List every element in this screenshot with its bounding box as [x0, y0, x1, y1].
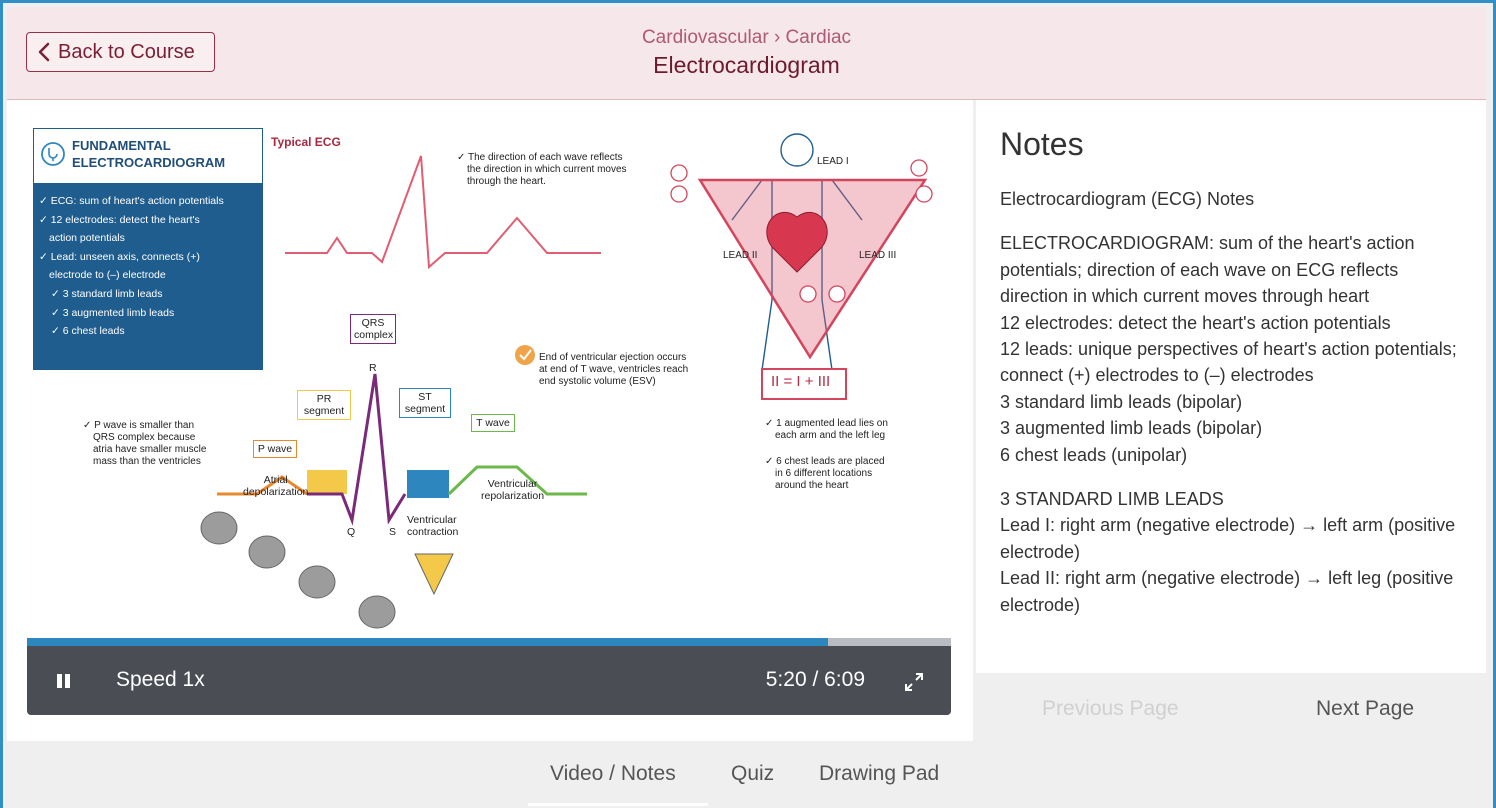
video-panel: FUNDAMENTAL ELECTROCARDIOGRAM ✓ ECG: sum… [7, 100, 973, 741]
chest-note: ✓ 6 chest leads are placed in 6 differen… [765, 456, 885, 491]
r-label: R [369, 362, 377, 374]
notes-line: Lead I: right arm (negative electrode) →… [1000, 515, 1456, 562]
notes-line: Lead II: right arm (negative electrode) … [1000, 568, 1454, 615]
notes-content: Electrocardiogram (ECG) Notes ELECTROCAR… [1000, 186, 1470, 618]
lead-equation: II = I + III [771, 373, 831, 390]
q-label: Q [347, 526, 356, 538]
ventricular-repolarization-label: Ventricular repolarization [481, 478, 545, 502]
page-title: Electrocardiogram [653, 52, 840, 78]
notes-pager: Previous Page Next Page [976, 673, 1486, 741]
pr-segment-label: PR segment [297, 390, 351, 420]
time-readout: 5:20 / 6:09 [765, 668, 865, 691]
header: Back to Course Cardiovascular › Cardiac … [7, 7, 1486, 100]
tab-video-notes[interactable]: Video / Notes [550, 762, 676, 786]
notes-paragraph: ELECTROCARDIOGRAM: sum of the heart's ac… [1000, 233, 1415, 307]
st-segment-label: ST segment [399, 388, 451, 418]
st-segment-block [407, 470, 449, 498]
direction-note: ✓ The direction of each wave reflects th… [457, 152, 627, 187]
ventricular-contraction-label: Ventricular contraction [407, 514, 459, 538]
player-controls: Speed 1x 5:20 / 6:09 [27, 646, 951, 715]
pause-icon[interactable] [57, 674, 71, 688]
einthoven-triangle [697, 178, 928, 360]
progress-fill [27, 638, 829, 646]
ejection-note: End of ventricular ejection occurs at en… [539, 352, 689, 387]
notes-line: 12 electrodes: detect the heart's action… [1000, 312, 1391, 333]
tab-quiz[interactable]: Quiz [731, 762, 774, 786]
notes-line: 12 leads: unique perspectives of heart's… [1000, 339, 1457, 386]
tab-drawing-pad[interactable]: Drawing Pad [819, 762, 939, 786]
progress-bar[interactable] [27, 638, 951, 646]
previous-page-button[interactable]: Previous Page [1042, 697, 1179, 721]
notes-heading: Notes [1000, 126, 1084, 162]
notes-section-heading: 3 STANDARD LIMB LEADS [1000, 489, 1224, 510]
next-page-button[interactable]: Next Page [1316, 697, 1414, 721]
p-wave-label: P wave [253, 440, 297, 458]
s-label: S [389, 526, 397, 538]
p-wave-note: ✓ P wave is smaller than QRS complex bec… [83, 420, 207, 467]
notes-line: 3 augmented limb leads (bipolar) [1000, 418, 1263, 439]
qrs-label: QRS complex [350, 314, 396, 344]
lead-i-label: LEAD I [817, 156, 849, 167]
lead-iii-label: LEAD III [859, 250, 897, 261]
fullscreen-icon[interactable] [903, 671, 925, 693]
check-badge-icon [515, 345, 535, 365]
notes-panel[interactable]: Notes Electrocardiogram (ECG) Notes ELEC… [976, 100, 1486, 673]
speed-button[interactable]: Speed 1x [116, 668, 205, 692]
notes-subtitle: Electrocardiogram (ECG) Notes [1000, 189, 1255, 209]
pr-segment-block [307, 470, 347, 494]
notes-line: 6 chest leads (unipolar) [1000, 444, 1188, 465]
active-tab-indicator [528, 803, 708, 806]
lecture-slide: FUNDAMENTAL ELECTROCARDIOGRAM ✓ ECG: sum… [27, 122, 951, 638]
video-player[interactable]: FUNDAMENTAL ELECTROCARDIOGRAM ✓ ECG: sum… [27, 122, 951, 715]
atrial-depolarization-label: Atrial depolarization [243, 474, 309, 498]
augmented-note: ✓ 1 augmented lead lies on each arm and … [765, 418, 888, 441]
notes-line: 3 standard limb leads (bipolar) [1000, 391, 1243, 412]
breadcrumb[interactable]: Cardiovascular › Cardiac [7, 27, 1486, 49]
lead-ii-label: LEAD II [723, 250, 758, 261]
t-wave-label: T wave [471, 414, 515, 432]
tab-bar: Video / Notes Quiz Drawing Pad [0, 760, 1496, 808]
